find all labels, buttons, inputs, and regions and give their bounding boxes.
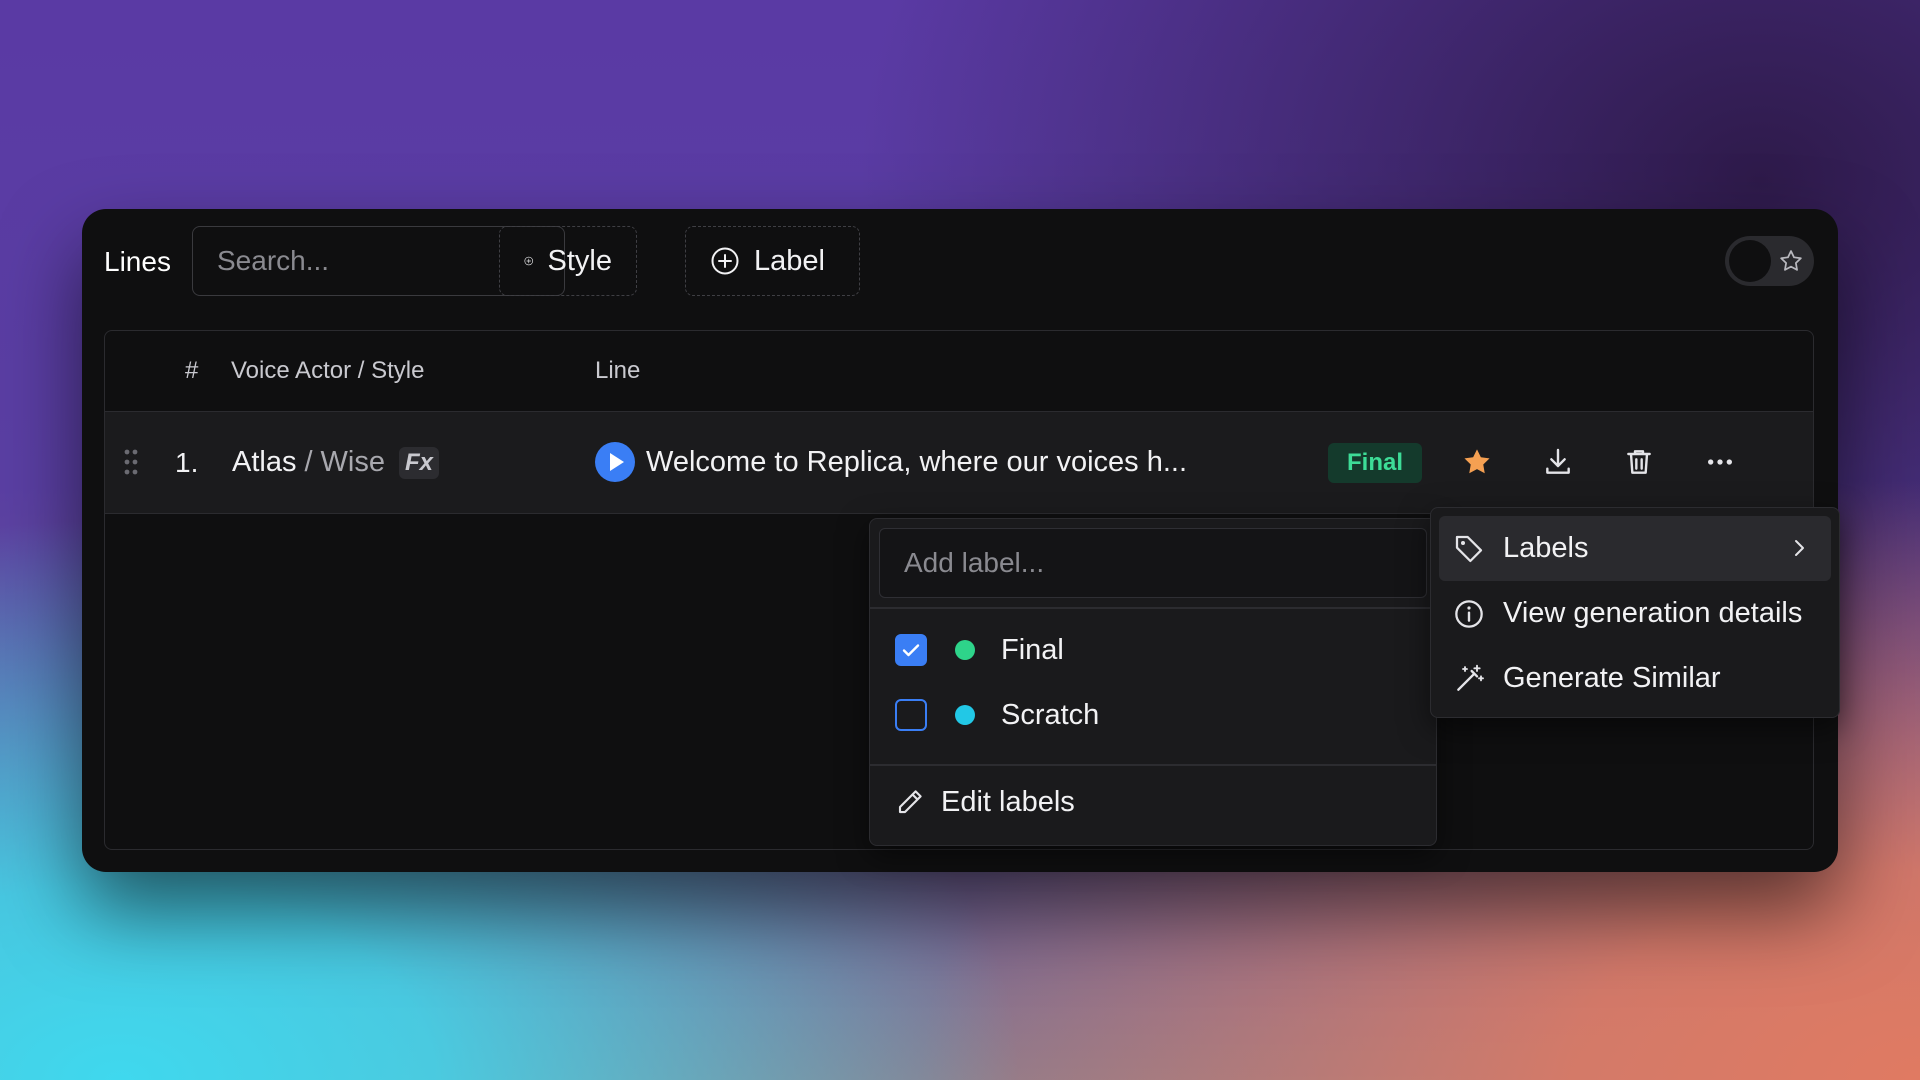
add-label-button[interactable]: Label: [685, 226, 860, 296]
label-option-text: Final: [1001, 633, 1064, 666]
download-button[interactable]: [1541, 445, 1575, 479]
toggle-knob: [1729, 240, 1771, 282]
header-line: Line: [595, 357, 641, 384]
menu-item-label: View generation details: [1503, 597, 1803, 629]
add-style-button[interactable]: Style: [499, 226, 637, 296]
line-text[interactable]: Welcome to Replica, where our voices h..…: [646, 412, 1187, 513]
menu-item-label: Generate Similar: [1503, 662, 1721, 694]
menu-item-labels[interactable]: Labels: [1439, 516, 1831, 581]
info-icon: [1455, 599, 1483, 628]
trash-icon: [1627, 450, 1651, 474]
star-outline-icon: [1780, 250, 1802, 271]
pencil-icon: [898, 790, 922, 814]
voice-style-name: Wise: [320, 446, 385, 478]
starred-filter-toggle[interactable]: [1725, 236, 1814, 286]
menu-item-label: Labels: [1503, 532, 1589, 564]
plus-circle-icon: [711, 247, 739, 275]
voice-actor-style: Atlas / Wise Fx: [232, 412, 440, 513]
row-context-menu: Labels View generation details Generate …: [1430, 507, 1840, 718]
header-number: #: [185, 357, 199, 384]
label-option-text: Scratch: [1001, 698, 1100, 731]
label-checkbox-final[interactable]: [895, 634, 927, 666]
play-button[interactable]: [595, 442, 635, 482]
labels-submenu: Final Scratch Edit labels: [869, 518, 1437, 846]
status-badge[interactable]: Final: [1328, 443, 1423, 483]
download-icon: [1546, 448, 1570, 474]
magic-wand-icon: [1457, 664, 1484, 691]
row-number: 1.: [175, 447, 199, 478]
table-row[interactable]: 1. Atlas / Wise Fx Welcome to Replica, w…: [105, 412, 1813, 514]
edit-labels-label: Edit labels: [941, 785, 1075, 818]
check-icon: [902, 644, 920, 657]
divider: [870, 607, 1436, 609]
add-label-label: Label: [754, 244, 825, 277]
chevron-right-icon: [1795, 540, 1804, 556]
label-checkbox-scratch[interactable]: [895, 699, 927, 731]
header-actor: Voice Actor / Style: [231, 357, 425, 384]
drag-handle-icon[interactable]: [123, 448, 139, 476]
delete-button[interactable]: [1622, 445, 1656, 479]
toolbar: Lines Style Label: [104, 226, 1814, 298]
label-color-dot: [955, 640, 975, 660]
favorite-button[interactable]: [1460, 445, 1494, 479]
menu-item-generate-similar[interactable]: Generate Similar: [1439, 646, 1831, 711]
menu-item-view-generation-details[interactable]: View generation details: [1439, 581, 1831, 646]
label-option-final[interactable]: Final: [895, 625, 1064, 675]
edit-labels-button[interactable]: Edit labels: [895, 777, 1075, 827]
add-style-label: Style: [547, 244, 612, 277]
actor-style-separator: /: [304, 446, 313, 478]
label-option-scratch[interactable]: Scratch: [895, 690, 1099, 740]
panel-title: Lines: [104, 246, 171, 277]
table-header: # Voice Actor / Style Line: [105, 331, 1813, 412]
add-label-input[interactable]: [879, 528, 1427, 598]
star-filled-icon: [1464, 449, 1490, 474]
ellipsis-icon: [1708, 459, 1732, 465]
plus-circle-icon: [524, 256, 534, 266]
fx-badge: Fx: [399, 446, 440, 479]
divider: [870, 764, 1436, 766]
label-color-dot: [955, 705, 975, 725]
more-options-button[interactable]: [1703, 445, 1737, 479]
voice-actor-name: Atlas: [232, 446, 297, 478]
tag-icon: [1455, 535, 1483, 562]
